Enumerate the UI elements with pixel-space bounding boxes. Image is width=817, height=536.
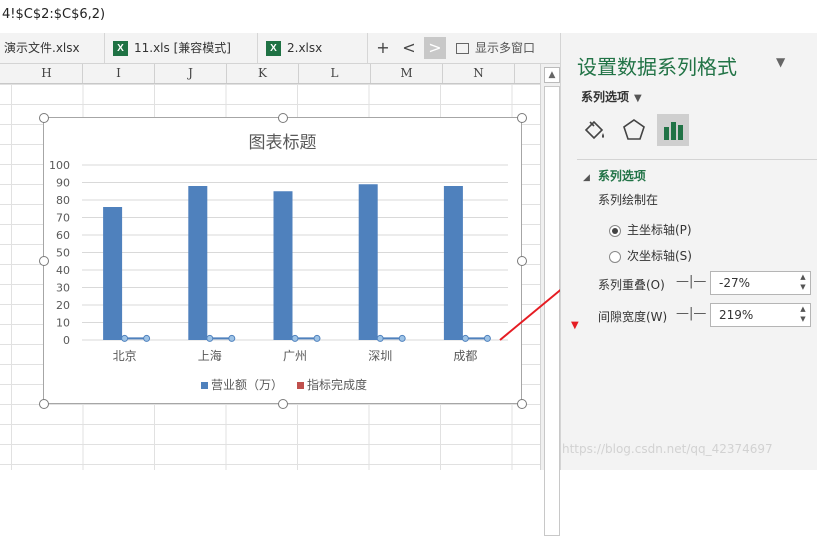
tab-label: 2.xlsx — [287, 41, 323, 55]
scroll-thumb[interactable] — [544, 86, 560, 536]
gap-width-slider[interactable]: —|— — [676, 306, 706, 321]
column-header-h[interactable]: H — [11, 64, 83, 83]
add-tab-button[interactable]: + — [372, 37, 394, 59]
chart-area[interactable] — [43, 117, 522, 404]
gap-width-input[interactable]: 219% ▲ ▼ — [710, 303, 811, 327]
legend-item-revenue[interactable]: 营业额（万） — [201, 376, 283, 393]
resize-handle[interactable] — [517, 256, 527, 266]
column-header-j[interactable]: J — [155, 64, 227, 83]
series-options-section-header[interactable]: ◢ 系列选项 — [583, 167, 646, 184]
legend-swatch — [297, 382, 304, 389]
pane-title: 设置数据系列格式 — [577, 55, 737, 79]
primary-axis-label: 主坐标轴(P) — [627, 223, 692, 237]
legend-label: 营业额（万） — [211, 378, 284, 392]
resize-handle[interactable] — [278, 399, 288, 409]
legend-swatch — [201, 382, 208, 389]
column-header-i[interactable]: I — [83, 64, 155, 83]
multi-window-label: 显示多窗口 — [475, 41, 536, 55]
scroll-up-arrow-icon[interactable]: ▲ — [544, 67, 560, 83]
radio-selected-icon — [609, 224, 621, 237]
resize-handle[interactable] — [39, 399, 49, 409]
tab-label: 11.xls [兼容模式] — [134, 41, 231, 55]
section-label: 系列选项 — [597, 169, 646, 183]
excel-icon: X — [266, 41, 281, 56]
spinner-arrows-icon[interactable]: ▲ ▼ — [796, 272, 810, 294]
spinner-arrows-icon[interactable]: ▲ ▼ — [796, 304, 810, 326]
pane-options-chevron-icon[interactable]: ▼ — [776, 55, 785, 69]
radio-empty-icon — [609, 250, 621, 263]
column-header-n[interactable]: N — [443, 64, 515, 83]
chart-title[interactable]: 图表标题 — [0, 128, 565, 153]
secondary-axis-label: 次坐标轴(S) — [627, 249, 692, 263]
series-options-label: 系列选项 — [581, 90, 630, 104]
formula-bar[interactable]: 4!$C$2:$C$6,2) — [0, 0, 565, 34]
fill-bucket-icon — [584, 120, 604, 140]
red-triangle-marker-icon: ▼ — [571, 320, 579, 331]
resize-handle[interactable] — [278, 113, 288, 123]
tab-2-xlsx[interactable]: X 2.xlsx — [258, 33, 368, 63]
plot-series-on-label: 系列绘制在 — [598, 193, 659, 207]
formula-text: 4!$C$2:$C$6,2) — [2, 7, 106, 22]
resize-handle[interactable] — [517, 113, 527, 123]
pane-divider — [577, 159, 817, 160]
workbook-tab-bar: 演示文件.xlsx X 11.xls [兼容模式] X 2.xlsx + < > 显… — [0, 33, 563, 64]
gap-width-label: 间隙宽度(W) — [598, 310, 668, 324]
column-header-row: H I J K L M N — [0, 64, 540, 84]
tab-demo-file[interactable]: 演示文件.xlsx — [0, 33, 105, 63]
secondary-axis-radio[interactable]: 次坐标轴(S) — [609, 247, 692, 264]
collapse-triangle-icon: ◢ — [583, 173, 590, 183]
legend-item-completion[interactable]: 指标完成度 — [297, 376, 367, 393]
resize-handle[interactable] — [39, 256, 49, 266]
series-overlap-input[interactable]: -27% ▲ ▼ — [710, 271, 811, 295]
tab-label: 演示文件.xlsx — [4, 41, 80, 55]
window-icon — [456, 43, 469, 54]
series-overlap-slider[interactable]: —|— — [676, 274, 706, 289]
gap-width-value: 219% — [719, 308, 754, 322]
bar-chart-icon — [664, 122, 683, 140]
pentagon-icon — [623, 119, 645, 140]
fill-line-tab[interactable] — [578, 114, 610, 146]
effects-tab[interactable] — [618, 114, 650, 146]
series-options-tab[interactable] — [657, 114, 689, 146]
format-data-series-pane: 设置数据系列格式 ▼ 系列选项 ▼ ◢ 系列选项 系列绘制在 主坐标轴(P) 次坐标… — [560, 33, 817, 470]
legend-label: 指标完成度 — [307, 378, 368, 392]
series-overlap-value: -27% — [719, 276, 751, 290]
resize-handle[interactable] — [39, 113, 49, 123]
primary-axis-radio[interactable]: 主坐标轴(P) — [609, 221, 692, 238]
series-options-dropdown[interactable]: 系列选项 ▼ — [581, 88, 642, 105]
vertical-scrollbar[interactable]: ▲ — [540, 64, 561, 536]
column-header-m[interactable]: M — [371, 64, 443, 83]
column-header-k[interactable]: K — [227, 64, 299, 83]
column-header-l[interactable]: L — [299, 64, 371, 83]
chevron-down-icon: ▼ — [634, 93, 642, 104]
resize-handle[interactable] — [517, 399, 527, 409]
series-overlap-label: 系列重叠(O) — [598, 278, 665, 292]
watermark: https://blog.csdn.net/qq_42374697 — [562, 442, 773, 456]
multi-window-button[interactable]: 显示多窗口 — [456, 33, 535, 63]
tab-prev-button[interactable]: < — [398, 37, 420, 59]
tab-11-xls[interactable]: X 11.xls [兼容模式] — [105, 33, 258, 63]
excel-icon: X — [113, 41, 128, 56]
tab-next-button[interactable]: > — [424, 37, 446, 59]
